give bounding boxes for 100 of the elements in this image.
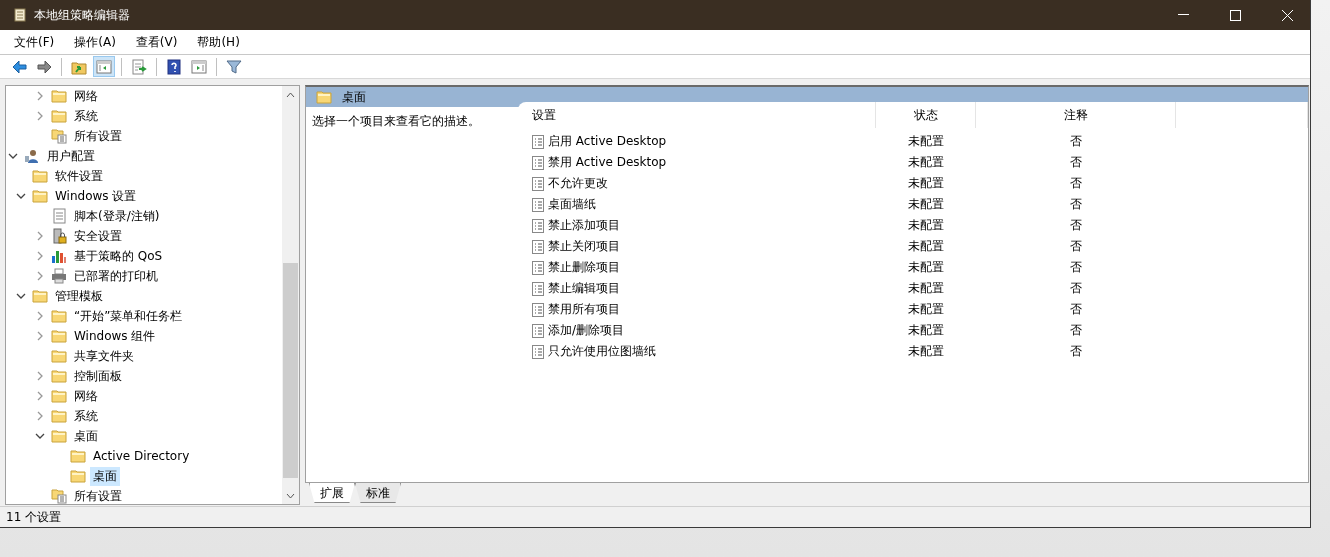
setting-name[interactable]: 不允许更改 xyxy=(548,175,608,192)
comment-cell: 否 xyxy=(1070,322,1082,339)
tree-item[interactable]: 已部署的打印机 xyxy=(71,266,161,286)
tree-item[interactable]: 网络 xyxy=(71,386,101,406)
tree-item[interactable]: 系统 xyxy=(71,406,101,426)
tree-item[interactable]: 桌面 xyxy=(71,426,101,446)
state-cell: 未配置 xyxy=(908,280,944,297)
tree-item[interactable]: 脚本(登录/注销) xyxy=(71,206,163,226)
menu-item[interactable]: 操作(A) xyxy=(64,33,126,51)
folder-icon xyxy=(32,169,48,183)
tree-item[interactable]: 桌面 xyxy=(90,466,120,486)
folder-icon xyxy=(316,90,332,104)
comment-cell: 否 xyxy=(1070,343,1082,360)
policy-icon xyxy=(532,197,544,212)
setting-name[interactable]: 禁止添加项目 xyxy=(548,217,620,234)
policy-icon xyxy=(532,218,544,233)
expand-chevron-icon[interactable] xyxy=(37,371,43,381)
folder-icon xyxy=(51,349,67,363)
comment-cell: 否 xyxy=(1070,196,1082,213)
settings-folder-icon xyxy=(51,128,67,144)
folder-icon xyxy=(70,469,86,483)
state-cell: 未配置 xyxy=(908,133,944,150)
view-tab[interactable]: 标准 xyxy=(355,483,401,503)
setting-name[interactable]: 禁止删除项目 xyxy=(548,259,620,276)
expand-chevron-icon[interactable] xyxy=(37,331,43,341)
collapse-chevron-icon[interactable] xyxy=(8,153,18,159)
folder-icon xyxy=(32,289,48,303)
tree-item[interactable]: 共享文件夹 xyxy=(71,346,137,366)
policy-icon xyxy=(532,281,544,296)
state-cell: 未配置 xyxy=(908,259,944,276)
folder-icon xyxy=(51,329,67,343)
scroll-thumb[interactable] xyxy=(283,263,298,478)
collapse-chevron-icon[interactable] xyxy=(16,293,26,299)
expand-chevron-icon[interactable] xyxy=(37,251,43,261)
expand-chevron-icon[interactable] xyxy=(37,391,43,401)
help-icon xyxy=(166,58,182,75)
tree-item[interactable]: 安全设置 xyxy=(71,226,125,246)
tree-item[interactable]: 所有设置 xyxy=(71,486,125,504)
expand-chevron-icon[interactable] xyxy=(37,231,43,241)
setting-name[interactable]: 添加/删除项目 xyxy=(548,322,625,339)
tree-item[interactable]: 用户配置 xyxy=(44,146,98,166)
collapse-chevron-icon[interactable] xyxy=(35,433,45,439)
state-cell: 未配置 xyxy=(908,217,944,234)
setting-name[interactable]: 禁用所有项目 xyxy=(548,301,620,318)
folder-icon xyxy=(51,369,67,383)
tree-item[interactable]: Windows 设置 xyxy=(52,186,140,206)
collapse-chevron-icon[interactable] xyxy=(16,193,26,199)
tree-item[interactable]: Windows 组件 xyxy=(71,326,159,346)
state-cell: 未配置 xyxy=(908,301,944,318)
expand-chevron-icon[interactable] xyxy=(37,271,43,281)
policy-icon xyxy=(532,260,544,275)
expand-chevron-icon[interactable] xyxy=(37,311,43,321)
column-header[interactable]: 注释 xyxy=(976,102,1176,128)
tree-item[interactable]: 控制面板 xyxy=(71,366,125,386)
menu-item[interactable]: 帮助(H) xyxy=(187,33,250,51)
setting-name[interactable]: 只允许使用位图墙纸 xyxy=(548,343,656,360)
bar-chart-icon xyxy=(51,248,67,264)
menu-item[interactable]: 查看(V) xyxy=(125,33,188,51)
forward-arrow-icon xyxy=(36,58,52,75)
tree-item[interactable]: 系统 xyxy=(71,106,101,126)
comment-cell: 否 xyxy=(1070,154,1082,171)
maximize-icon xyxy=(1229,9,1241,21)
folder-icon xyxy=(70,449,86,463)
folder-icon xyxy=(51,109,67,123)
scroll-down-icon[interactable] xyxy=(286,492,295,499)
tree-item[interactable]: 基于策略的 QoS xyxy=(71,246,166,266)
close-icon xyxy=(1281,9,1293,21)
expand-chevron-icon[interactable] xyxy=(37,111,43,121)
window-title: 本地组策略编辑器 xyxy=(34,6,131,24)
setting-name[interactable]: 禁用 Active Desktop xyxy=(548,154,667,171)
column-header[interactable]: 设置 xyxy=(530,102,876,128)
tree-item[interactable]: 管理模板 xyxy=(52,286,106,306)
lock-server-icon xyxy=(51,228,67,244)
tree-item[interactable]: 网络 xyxy=(71,86,101,106)
comment-cell: 否 xyxy=(1070,301,1082,318)
menu-item[interactable]: 文件(F) xyxy=(4,33,65,51)
folder-icon xyxy=(32,189,48,203)
comment-cell: 否 xyxy=(1070,259,1082,276)
scroll-up-icon[interactable] xyxy=(286,91,295,98)
setting-name[interactable]: 禁止编辑项目 xyxy=(548,280,620,297)
tree-pane-icon xyxy=(96,58,112,75)
setting-name[interactable]: 桌面墙纸 xyxy=(548,196,596,213)
tree-item[interactable]: Active Directory xyxy=(90,448,193,464)
filter-icon xyxy=(226,58,242,75)
setting-name[interactable]: 启用 Active Desktop xyxy=(548,133,667,150)
policy-icon xyxy=(532,323,544,338)
tree-item[interactable]: 软件设置 xyxy=(52,166,106,186)
expand-chevron-icon[interactable] xyxy=(37,91,43,101)
view-tab[interactable]: 扩展 xyxy=(309,483,355,503)
tree-item[interactable]: 所有设置 xyxy=(71,126,125,146)
column-header[interactable]: 状态 xyxy=(876,102,976,128)
folder-icon xyxy=(51,89,67,103)
expand-chevron-icon[interactable] xyxy=(37,411,43,421)
scrollbar[interactable] xyxy=(282,86,299,504)
setting-name[interactable]: 禁止关闭项目 xyxy=(548,238,620,255)
action-pane-icon xyxy=(191,58,207,75)
tree-item[interactable]: “开始”菜单和任务栏 xyxy=(71,306,186,326)
policy-icon xyxy=(532,134,544,149)
policy-icon xyxy=(532,344,544,359)
policy-icon xyxy=(532,176,544,191)
